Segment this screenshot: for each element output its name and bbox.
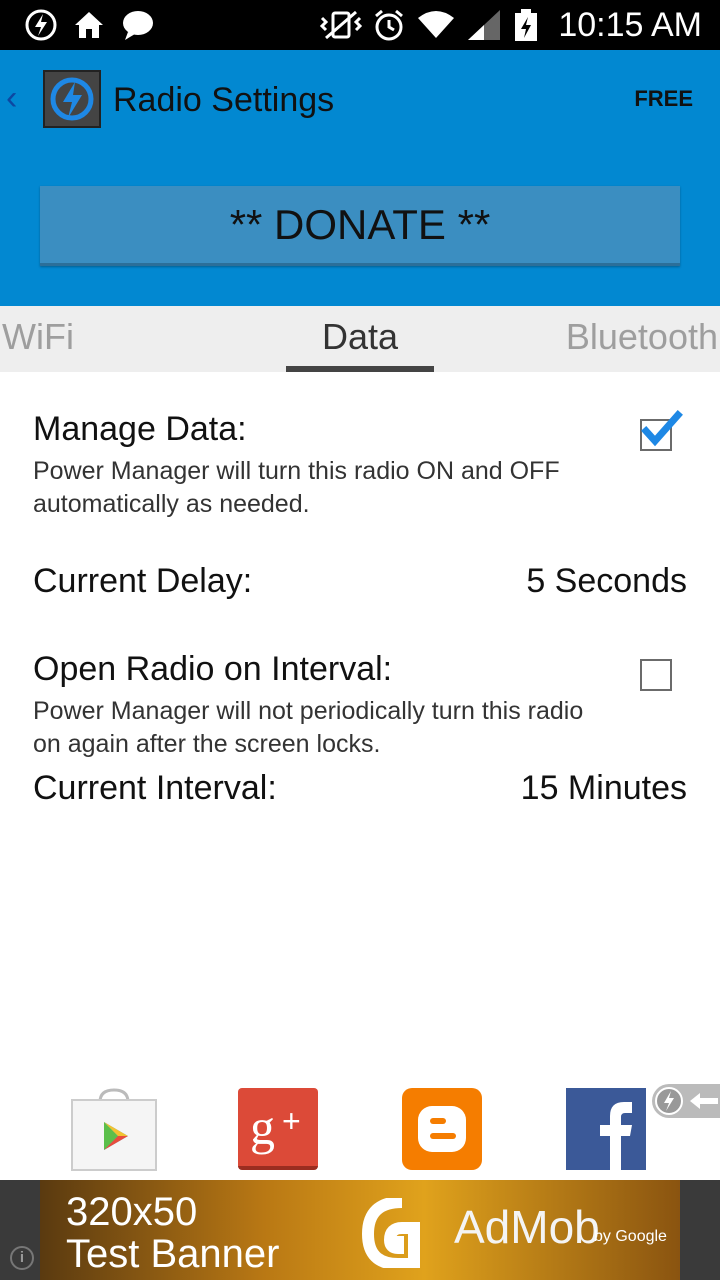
ad-banner-bar: 320x50 Test Banner AdMob by Google [0,1180,720,1280]
admob-test-banner[interactable]: 320x50 Test Banner AdMob by Google [40,1180,680,1280]
blogger-icon[interactable] [402,1088,482,1170]
ad-info-icon[interactable]: i [10,1246,34,1270]
power-manager-badge-icon[interactable] [652,1084,720,1118]
alarm-icon [372,8,406,42]
donate-button[interactable]: ** DONATE ** [40,186,680,266]
power-manager-icon [24,8,58,42]
svg-text:g: g [250,1099,275,1155]
google-play-icon[interactable] [70,1088,158,1171]
current-interval-value[interactable]: 15 Minutes [521,767,687,809]
admob-by-google: by Google [594,1228,667,1245]
signal-icon [464,8,504,42]
battery-charging-icon [512,8,540,42]
open-radio-description: Power Manager will not periodically turn… [33,697,584,758]
home-icon [72,8,106,42]
back-chevron-icon[interactable]: ‹ [6,78,17,118]
manage-data-checkbox[interactable] [640,410,683,451]
tab-selected-indicator [286,366,434,372]
app-logo-icon[interactable] [43,70,101,128]
screen: 10:15 AM ‹ Radio Settings FREE ** DONATE… [0,0,720,1280]
tab-wifi[interactable]: WiFi [2,314,74,360]
manage-data-title: Manage Data: [33,410,247,448]
tab-bluetooth[interactable]: Bluetooth [566,314,718,360]
facebook-icon[interactable] [566,1088,646,1170]
app-bar: ‹ Radio Settings FREE ** DONATE ** [0,50,720,306]
open-radio-title: Open Radio on Interval: [33,650,393,688]
tab-bar: WiFi Data Bluetooth [0,306,720,372]
admob-brand: AdMob [454,1201,600,1253]
chat-icon [120,8,156,42]
ad-test-label: Test Banner [66,1232,280,1276]
app-title: Radio Settings [113,81,335,119]
vibrate-icon [318,8,364,42]
wifi-icon [416,8,456,42]
current-delay-value[interactable]: 5 Seconds [526,560,687,602]
checkmark-icon [641,410,683,447]
ad-size-label: 320x50 [66,1190,198,1234]
status-bar: 10:15 AM [0,0,720,50]
manage-data-description: Power Manager will turn this radio ON an… [33,457,560,518]
open-radio-checkbox[interactable] [640,659,672,691]
current-interval-label[interactable]: Current Interval: [33,767,277,809]
current-delay-label[interactable]: Current Delay: [33,560,252,602]
admob-logo-icon [361,1196,438,1270]
google-plus-icon[interactable]: g + [238,1088,318,1170]
svg-text:+: + [282,1103,301,1139]
clock-time: 10:15 AM [558,6,702,44]
free-badge: FREE [634,86,693,111]
tab-data[interactable]: Data [286,314,434,360]
